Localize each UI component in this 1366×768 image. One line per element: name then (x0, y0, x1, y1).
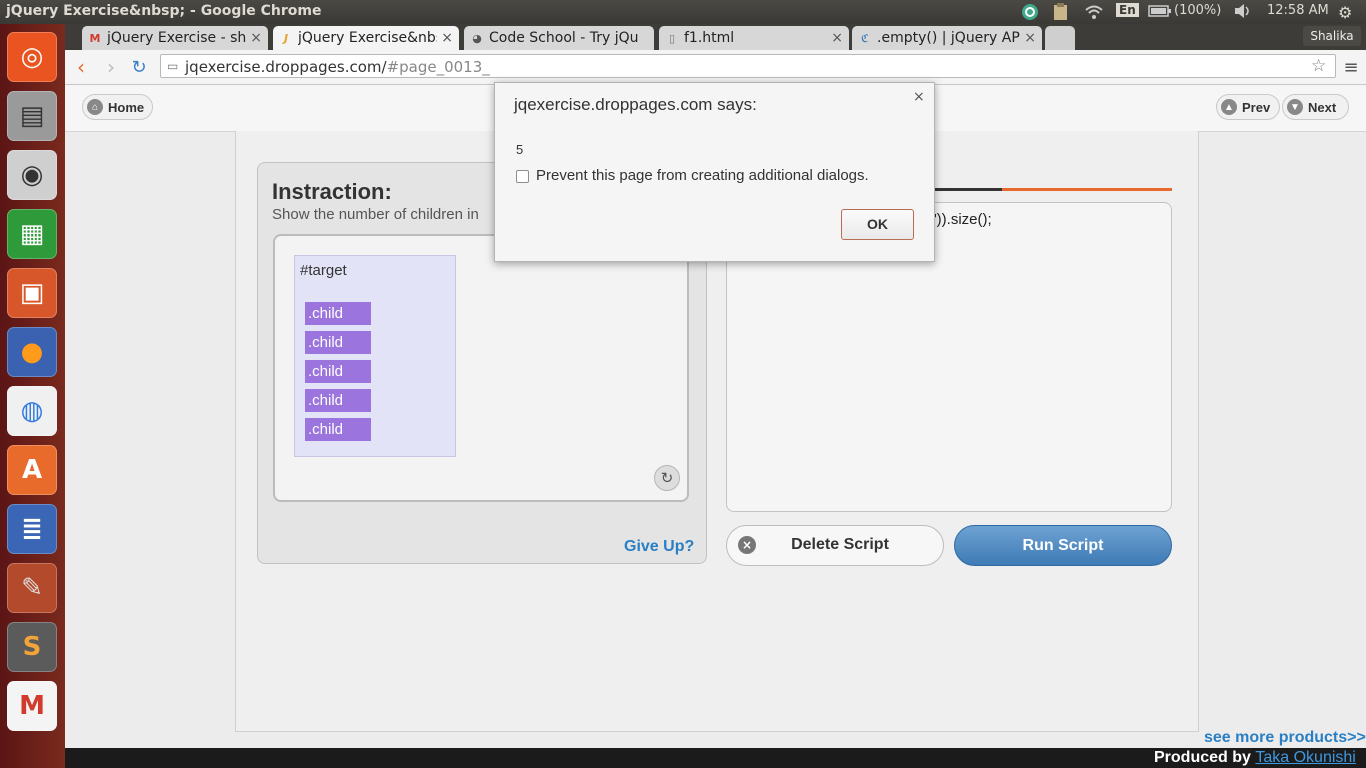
writer-icon[interactable]: ≣ (7, 504, 57, 554)
chevron-up-icon: ▲ (1221, 99, 1237, 115)
instruction-title: Instraction: (272, 179, 392, 204)
tab-label: .empty() | jQuery API (877, 30, 1021, 46)
top-panel: jQuery Exercise&nbsp; - Google Chrome En… (0, 0, 1366, 24)
see-more-link[interactable]: see more products>> (1204, 729, 1366, 747)
back-button[interactable]: ‹ (70, 55, 92, 79)
tab-label: Code School - Try jQu (489, 30, 639, 46)
profile-button[interactable]: Shalika (1303, 26, 1361, 46)
star-icon[interactable]: ☆ (1311, 56, 1326, 76)
preview-area: #target .child .child .child .child .chi… (273, 234, 689, 502)
script-code[interactable]: d")).size(); (923, 211, 1348, 228)
chrome-icon[interactable]: ◍ (7, 386, 57, 436)
files-icon[interactable]: ▤ (7, 91, 57, 141)
software-center-icon[interactable]: A (7, 445, 57, 495)
sublime-text-icon[interactable]: S (7, 622, 57, 672)
target-element: #target .child .child .child .child .chi… (294, 255, 456, 457)
window-title: jQuery Exercise&nbsp; - Google Chrome (6, 3, 322, 19)
battery-percent: (100%) (1174, 3, 1222, 18)
clock[interactable]: 12:58 AM (1267, 3, 1329, 18)
next-button[interactable]: ▼ Next (1282, 94, 1349, 120)
home-icon: ⌂ (87, 99, 103, 115)
tab-label: f1.html (684, 30, 735, 46)
chevron-down-icon: ▼ (1287, 99, 1303, 115)
close-icon[interactable]: × (913, 89, 925, 105)
tab-jquery-api[interactable]: ℭ .empty() | jQuery API × (852, 26, 1042, 50)
jqexercise-icon: J (283, 31, 289, 45)
child-element: .child (305, 418, 371, 441)
dialog-message: 5 (516, 142, 524, 157)
home-button[interactable]: ⌂ Home (82, 94, 153, 120)
ubuntu-dash-icon[interactable]: ◎ (7, 32, 57, 82)
page-icon: ▭ (167, 59, 179, 73)
tab-f1-html[interactable]: ▯ f1.html × (659, 26, 849, 50)
battery-icon[interactable] (1148, 3, 1172, 23)
give-up-link[interactable]: Give Up? (624, 538, 694, 556)
presentation-icon[interactable]: ▣ (7, 268, 57, 318)
child-element: .child (305, 331, 371, 354)
gear-icon[interactable]: ⚙ (1338, 3, 1352, 22)
target-label: #target (300, 262, 347, 279)
tab-gmail[interactable]: M jQuery Exercise - sha × (82, 26, 268, 50)
dialog-title: jqexercise.droppages.com says: (514, 95, 757, 114)
child-element: .child (305, 389, 371, 412)
menu-icon[interactable]: ≡ (1340, 56, 1362, 78)
ok-button[interactable]: OK (841, 209, 914, 240)
close-icon[interactable]: × (441, 30, 453, 46)
url-host: jqexercise.droppages.com/ (185, 58, 387, 76)
file-icon: ▯ (668, 31, 676, 45)
browser-toolbar: ‹ › ↻ ▭ jqexercise.droppages.com/#page_0… (65, 50, 1366, 85)
reload-button[interactable]: ↻ (128, 56, 150, 78)
codeschool-icon: ◕ (472, 31, 482, 45)
run-script-button[interactable]: Run Script (954, 525, 1172, 566)
address-bar[interactable]: ▭ jqexercise.droppages.com/#page_0013_ ☆ (160, 54, 1336, 78)
volume-icon[interactable] (1233, 3, 1253, 23)
new-tab-button[interactable] (1045, 26, 1075, 50)
delete-script-label: Delete Script (791, 536, 889, 553)
spreadsheet-icon[interactable]: ▦ (7, 209, 57, 259)
child-element: .child (305, 360, 371, 383)
next-label: Next (1308, 99, 1337, 115)
tab-label: jQuery Exercise&nbs (298, 30, 438, 46)
url-text[interactable]: jqexercise.droppages.com/#page_0013_ (185, 58, 490, 76)
firefox-icon[interactable]: ● (7, 327, 57, 377)
delete-script-button[interactable]: × Delete Script (726, 525, 944, 566)
prevent-dialogs-label[interactable]: Prevent this page from creating addition… (536, 167, 869, 184)
child-element: .child (305, 302, 371, 325)
settings-icon[interactable]: ✎ (7, 563, 57, 613)
forward-button[interactable]: › (100, 55, 122, 79)
close-icon[interactable]: × (831, 30, 843, 46)
launcher: ◎ ▤ ◉ ▦ ▣ ● ◍ A ≣ ✎ S M (0, 24, 65, 768)
camera-icon[interactable]: ◉ (7, 150, 57, 200)
close-icon[interactable]: × (1024, 30, 1036, 46)
tab-codeschool[interactable]: ◕ Code School - Try jQu (464, 26, 654, 50)
prevent-dialogs-checkbox[interactable] (516, 170, 529, 183)
reset-icon[interactable]: ↻ (654, 465, 680, 491)
prev-button[interactable]: ▲ Prev (1216, 94, 1280, 120)
tab-jqexercise[interactable]: J jQuery Exercise&nbs × (273, 26, 459, 50)
gmail-icon: M (89, 31, 101, 45)
keyboard-layout-indicator[interactable]: En (1116, 3, 1139, 17)
jquery-icon: ℭ (861, 31, 869, 45)
home-label: Home (108, 99, 145, 115)
author-link[interactable]: Taka Okunishi (1255, 749, 1356, 766)
sync-icon[interactable] (1020, 3, 1040, 25)
produced-by: Produced by Taka Okunishi (1154, 749, 1356, 767)
wifi-icon[interactable] (1084, 3, 1104, 25)
gmail-app-icon[interactable]: M (7, 681, 57, 731)
instruction-text: Show the number of children in (272, 206, 479, 223)
tab-strip: M jQuery Exercise - sha × J jQuery Exerc… (65, 24, 1366, 50)
prev-label: Prev (1242, 99, 1271, 115)
tab-label: jQuery Exercise - sha (107, 30, 247, 46)
alert-dialog: jqexercise.droppages.com says: × 5 Preve… (494, 82, 935, 262)
produced-by-label: Produced by (1154, 749, 1256, 766)
close-icon[interactable]: × (250, 30, 262, 46)
url-path: #page_0013_ (386, 58, 490, 76)
clipboard-icon[interactable] (1051, 3, 1071, 25)
